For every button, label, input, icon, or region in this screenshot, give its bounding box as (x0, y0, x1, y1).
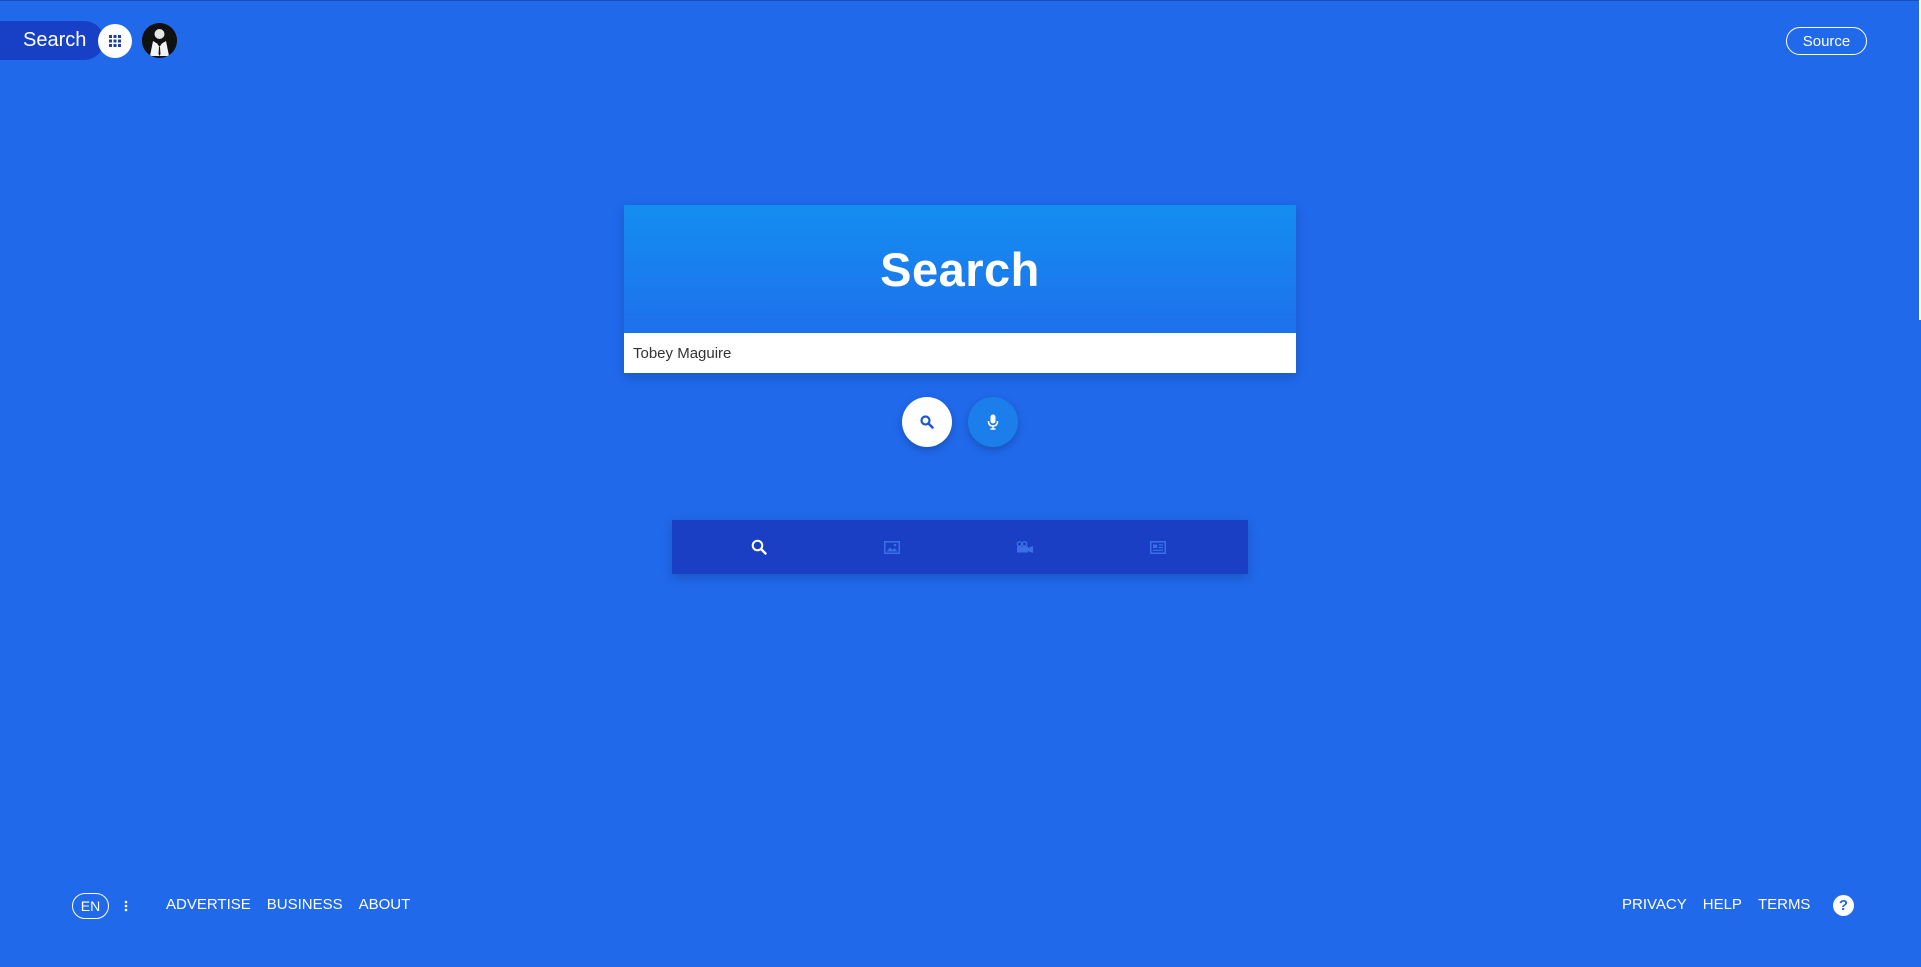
footer-left-links: ADVERTISE BUSINESS ABOUT (166, 896, 410, 913)
tab-news[interactable] (1091, 520, 1224, 574)
search-header: Search (624, 205, 1296, 333)
footer-right-links: PRIVACY HELP TERMS (1622, 896, 1810, 913)
apps-button[interactable] (98, 24, 132, 58)
advertise-link[interactable]: ADVERTISE (166, 896, 251, 913)
tab-web[interactable] (692, 520, 825, 574)
top-border (0, 0, 1921, 1)
search-icon (920, 415, 934, 429)
grid-icon (109, 35, 121, 47)
help-icon-glyph: ? (1838, 897, 1849, 914)
tab-videos[interactable] (958, 520, 1091, 574)
business-link[interactable]: BUSINESS (267, 896, 343, 913)
tab-images[interactable] (825, 520, 958, 574)
tuxedo-avatar-icon (142, 23, 177, 58)
voice-search-button[interactable] (968, 397, 1018, 447)
source-button[interactable]: Source (1786, 27, 1867, 55)
brand-label: Search (23, 29, 87, 51)
category-bar (672, 520, 1248, 574)
search-submit-button[interactable] (902, 397, 952, 447)
help-icon[interactable]: ? (1833, 895, 1854, 916)
language-button[interactable]: EN (72, 893, 109, 919)
search-icon (751, 539, 767, 555)
privacy-link[interactable]: PRIVACY (1622, 896, 1687, 913)
more-options-button[interactable] (120, 896, 132, 916)
search-title: Search (880, 242, 1040, 296)
source-label: Source (1802, 32, 1851, 50)
search-input[interactable] (624, 333, 1296, 373)
image-icon (883, 540, 900, 554)
microphone-icon (987, 414, 999, 430)
help-link[interactable]: HELP (1703, 896, 1742, 913)
about-link[interactable]: ABOUT (359, 896, 411, 913)
brand-tab[interactable]: Search (0, 21, 104, 60)
avatar[interactable] (142, 23, 177, 58)
video-camera-icon (1016, 541, 1033, 553)
terms-link[interactable]: TERMS (1758, 896, 1811, 913)
newspaper-icon (1149, 540, 1166, 554)
search-card: Search (624, 205, 1296, 373)
vertical-dots-icon (124, 900, 128, 912)
language-label: EN (80, 898, 101, 914)
